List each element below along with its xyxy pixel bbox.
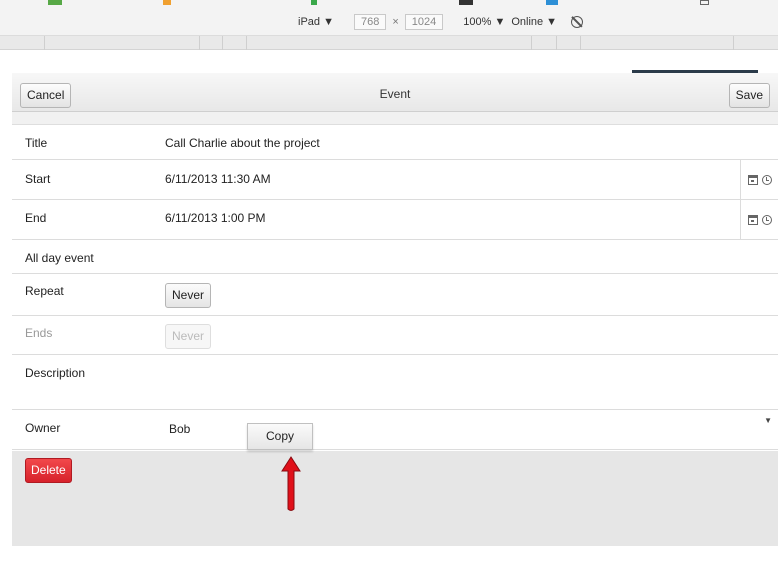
start-row: Start 6/11/2013 11:30 AM [12,160,778,200]
start-label: Start [25,172,51,186]
end-value[interactable]: 6/11/2013 1:00 PM [165,211,266,225]
end-picker-icons [740,200,778,239]
owner-value[interactable]: Bob [169,422,190,436]
repeat-row: Repeat Never [12,274,778,316]
event-editor: Cancel Event Save Title Call Charlie abo… [12,73,778,450]
ends-label: Ends [25,326,53,340]
actions-area: Delete [12,451,778,546]
save-button[interactable]: Save [728,83,770,108]
description-label: Description [25,366,86,380]
clock-icon[interactable] [761,174,772,185]
title-label: Title [25,136,48,150]
repeat-label: Repeat [25,284,64,298]
zoom-select[interactable]: 100% ▼ [463,16,505,28]
calendar-icon[interactable] [747,214,758,225]
device-select[interactable]: iPad ▼ [298,16,334,28]
width-field[interactable]: 768 [353,14,387,30]
app-icon [459,0,473,5]
owner-row[interactable]: Owner Bob ▼ [12,410,778,450]
dimension-separator: × [392,16,399,28]
editor-header: Cancel Event Save [12,73,778,112]
page-viewport: Cancel Event Save Title Call Charlie abo… [0,51,778,583]
app-icon [700,0,709,5]
owner-label: Owner [25,421,61,435]
description-row[interactable]: Description [12,355,778,410]
red-arrow-icon [281,456,301,511]
ends-row: Ends Never [12,316,778,355]
ends-button: Never [165,324,212,349]
copy-button[interactable]: Copy [247,423,313,450]
all-day-label: All day event [25,251,94,265]
repeat-button[interactable]: Never [165,283,212,308]
end-row: End 6/11/2013 1:00 PM [12,200,778,240]
app-icon [48,0,62,5]
all-day-row[interactable]: All day event [12,240,778,274]
delete-button[interactable]: Delete [25,458,72,483]
start-picker-icons [740,160,778,199]
end-label: End [25,211,47,225]
clock-icon[interactable] [761,214,772,225]
title-value[interactable]: Call Charlie about the project [165,136,320,150]
media-query-ruler [0,36,778,50]
app-icon [163,0,171,5]
page-title: Event [379,87,411,101]
height-field[interactable]: 1024 [404,14,444,30]
section-gap [12,112,778,125]
dropdown-caret-icon[interactable]: ▼ [764,416,772,425]
start-value[interactable]: 6/11/2013 11:30 AM [165,172,271,186]
title-row[interactable]: Title Call Charlie about the project [12,125,778,160]
calendar-icon[interactable] [747,174,758,185]
rotate-block-icon[interactable] [571,16,584,28]
device-toolbar: iPad ▼ 768 × 1024 100% ▼ Online ▼ [0,6,778,36]
app-icon [546,0,558,5]
app-icon [311,0,317,5]
network-select[interactable]: Online ▼ [511,16,557,28]
